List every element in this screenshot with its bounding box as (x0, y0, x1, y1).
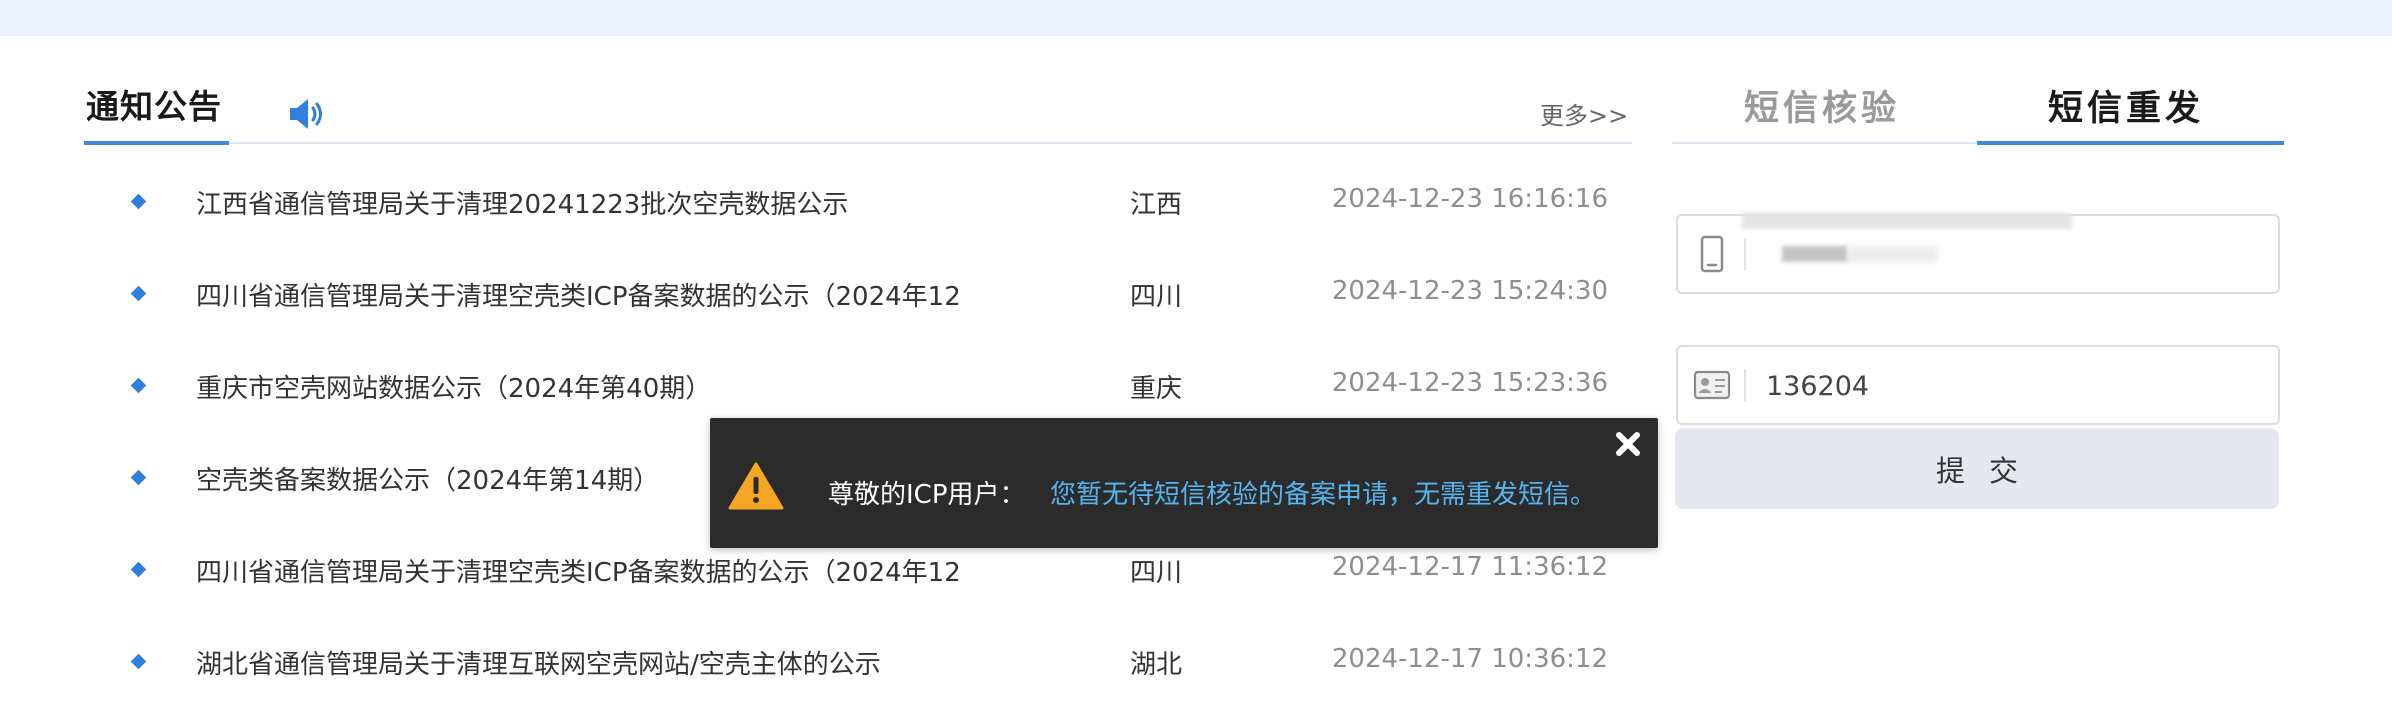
id-card-icon (1693, 370, 1731, 400)
toast-message: 尊敬的ICP用户： 您暂无待短信核验的备案申请，无需重发短信。 (710, 418, 1658, 548)
phone-icon (1700, 235, 1724, 273)
notice-row-time: 2024-12-17 11:36:12 (1331, 552, 1608, 582)
redacted-blur (1848, 246, 1938, 262)
bullet-icon (130, 193, 147, 210)
field-separator (1744, 238, 1746, 270)
more-link[interactable]: 更多>> (1540, 96, 1628, 131)
tab-sms-resend[interactable]: 短信重发 (1976, 80, 2276, 131)
bullet-icon (130, 285, 147, 302)
notice-divider (84, 142, 1632, 144)
notice-row[interactable]: 四川省通信管理局关于清理空壳类ICP备案数据的公示（2024年12 四川 202… (0, 548, 1632, 608)
notice-title-underline (84, 141, 229, 145)
top-bar (0, 0, 2392, 36)
notice-row-region: 重庆 (1130, 374, 1183, 404)
notice-row-time: 2024-12-23 15:23:36 (1331, 368, 1608, 398)
notice-row[interactable]: 重庆市空壳网站数据公示（2024年第40期） 重庆 2024-12-23 15:… (0, 364, 1632, 424)
notice-title: 通知公告 (86, 87, 222, 126)
notice-row-title[interactable]: 湖北省通信管理局关于清理互联网空壳网站/空壳主体的公示 (196, 644, 881, 681)
bullet-icon (130, 469, 147, 486)
notice-row-title[interactable]: 四川省通信管理局关于清理空壳类ICP备案数据的公示（2024年12 (196, 276, 961, 313)
notice-row[interactable]: 四川省通信管理局关于清理空壳类ICP备案数据的公示（2024年12 四川 202… (0, 272, 1632, 332)
verification-code-input[interactable] (1764, 359, 2268, 413)
active-tab-underline (1977, 141, 2284, 145)
notice-row-title[interactable]: 空壳类备案数据公示（2024年第14期） (196, 460, 659, 497)
submit-button[interactable]: 提交 (1675, 428, 2279, 509)
notice-row-region: 江西 (1130, 190, 1183, 220)
notice-row-title[interactable]: 江西省通信管理局关于清理20241223批次空壳数据公示 (196, 184, 848, 221)
notice-row-title[interactable]: 四川省通信管理局关于清理空壳类ICP备案数据的公示（2024年12 (196, 552, 961, 589)
speaker-icon (290, 99, 322, 129)
notice-row[interactable]: 湖北省通信管理局关于清理互联网空壳网站/空壳主体的公示 湖北 2024-12-1… (0, 640, 1632, 700)
notice-row-region: 四川 (1130, 282, 1183, 312)
redacted-blur (1782, 246, 1848, 262)
close-icon[interactable] (1608, 424, 1648, 464)
notice-row[interactable]: 江西省通信管理局关于清理20241223批次空壳数据公示 江西 2024-12-… (0, 180, 1632, 240)
bullet-icon (130, 653, 147, 670)
notice-row-time: 2024-12-23 15:24:30 (1331, 276, 1608, 306)
notice-row-time: 2024-12-17 10:36:12 (1331, 644, 1608, 674)
field-separator (1744, 369, 1746, 401)
bullet-icon (130, 377, 147, 394)
notice-row-region: 湖北 (1130, 650, 1183, 680)
bullet-icon (130, 561, 147, 578)
verification-code-field[interactable] (1676, 345, 2280, 425)
toast-label: 尊敬的ICP用户： (828, 480, 1026, 510)
redacted-blur (1742, 213, 2072, 229)
warning-icon (728, 462, 784, 510)
tab-sms-verify[interactable]: 短信核验 (1672, 80, 1972, 131)
phone-field[interactable] (1676, 213, 2280, 294)
notice-row-time: 2024-12-23 16:16:16 (1331, 184, 1608, 214)
notice-row-region: 四川 (1130, 558, 1183, 588)
notice-row-title[interactable]: 重庆市空壳网站数据公示（2024年第40期） (196, 368, 711, 405)
toast-text: 您暂无待短信核验的备案申请，无需重发短信。 (1050, 480, 1597, 510)
